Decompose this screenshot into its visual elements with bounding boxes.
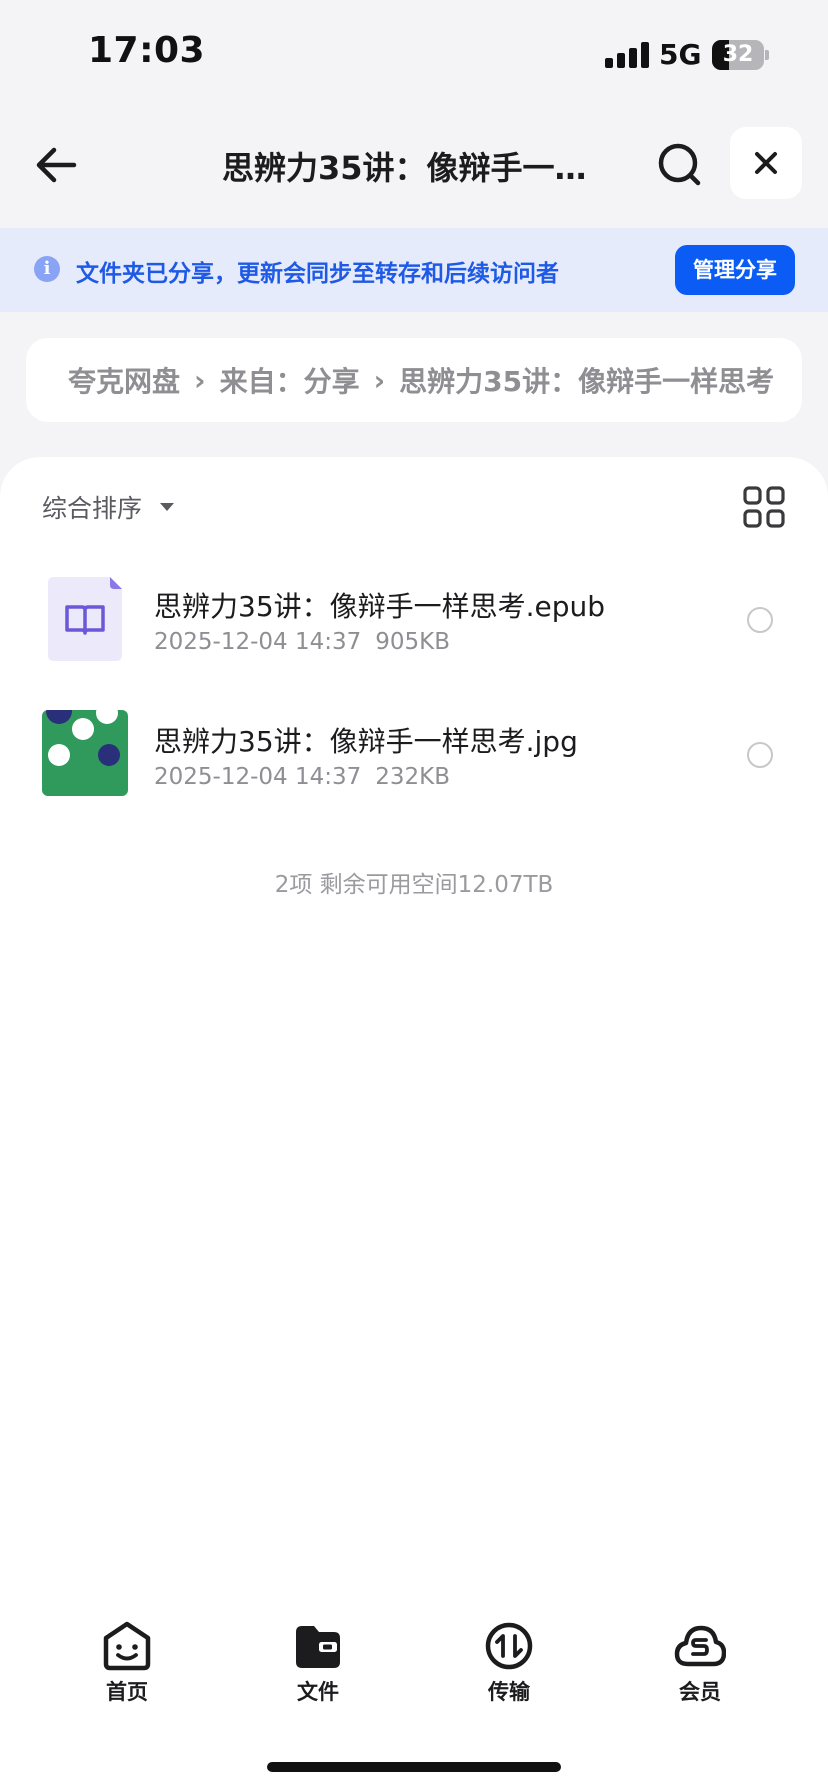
- share-banner: i 文件夹已分享，更新会同步至转存和后续访问者 管理分享: [0, 228, 828, 312]
- sort-label: 综合排序: [42, 494, 143, 523]
- select-checkbox[interactable]: [747, 742, 773, 768]
- file-list-panel: 综合排序 思辨力35讲：像辩手一样思考.epub 2025-12-04 14:3…: [0, 457, 828, 1792]
- file-meta: 2025-12-04 14:37 232KB: [154, 764, 450, 790]
- file-date: 2025-12-04 14:37: [154, 764, 362, 790]
- battery-percent: 32: [722, 42, 754, 67]
- battery-icon: 32: [712, 40, 769, 70]
- status-bar: 17:03 5G 32: [0, 0, 828, 110]
- tab-label: 首页: [106, 1680, 148, 1704]
- signal-strength-icon: [605, 42, 649, 68]
- chevron-right-icon: ›: [373, 363, 386, 397]
- file-date: 2025-12-04 14:37: [154, 629, 362, 655]
- page-title: 思辨力35讲：像辩手一样思考: [222, 149, 612, 187]
- file-name: 思辨力35讲：像辩手一样思考.epub: [154, 590, 606, 623]
- manage-share-button[interactable]: 管理分享: [675, 245, 795, 295]
- file-size: 905KB: [375, 629, 451, 655]
- grid-view-icon: [743, 486, 785, 528]
- grid-view-button[interactable]: [742, 485, 786, 529]
- tab-bar: 首页 文件 传输 会员: [0, 1610, 828, 1720]
- breadcrumb-item-share[interactable]: 来自：分享: [220, 360, 360, 400]
- tab-label: 会员: [679, 1680, 721, 1704]
- file-size: 232KB: [375, 764, 451, 790]
- back-button[interactable]: [30, 137, 86, 193]
- home-indicator: [267, 1762, 561, 1772]
- caret-down-icon: [160, 503, 175, 511]
- file-meta: 2025-12-04 14:37 905KB: [154, 629, 450, 655]
- tab-home[interactable]: 首页: [67, 1610, 187, 1710]
- file-name: 思辨力35讲：像辩手一样思考.jpg: [154, 725, 578, 758]
- folder-icon: [296, 1626, 340, 1668]
- close-button[interactable]: [730, 127, 802, 199]
- tab-files[interactable]: 文件: [258, 1610, 378, 1710]
- chevron-right-icon: ›: [194, 363, 206, 397]
- image-thumbnail: [42, 710, 128, 796]
- file-row[interactable]: 思辨力35讲：像辩手一样思考.epub 2025-12-04 14:37 905K…: [0, 577, 828, 697]
- select-checkbox[interactable]: [747, 607, 773, 633]
- status-time: 17:03: [88, 30, 206, 71]
- breadcrumb: 夸克网盘 › 来自：分享 › 思辨力35讲：像辩手一样思考: [26, 338, 802, 422]
- network-type: 5G: [659, 38, 702, 71]
- nav-bar: 思辨力35讲：像辩手一样思考: [0, 115, 828, 215]
- close-icon: [755, 152, 777, 174]
- storage-summary: 2项 剩余可用空间12.07TB: [274, 872, 554, 898]
- breadcrumb-item-current: 思辨力35讲：像辩手一样思考: [399, 365, 775, 398]
- epub-book-icon: [48, 577, 122, 661]
- tab-transfer[interactable]: 传输: [449, 1610, 569, 1710]
- tab-label: 文件: [297, 1680, 339, 1704]
- sort-dropdown[interactable]: 综合排序: [42, 489, 175, 525]
- transfer-icon: [485, 1622, 533, 1670]
- info-icon: i: [34, 256, 60, 282]
- search-button[interactable]: [652, 137, 708, 193]
- member-cloud-icon: [674, 1625, 726, 1667]
- file-row[interactable]: 思辨力35讲：像辩手一样思考.jpg 2025-12-04 14:37 232KB: [0, 710, 828, 832]
- breadcrumb-item-root[interactable]: 夸克网盘: [68, 360, 180, 400]
- share-banner-text: 文件夹已分享，更新会同步至转存和后续访问者: [76, 261, 559, 287]
- tab-member[interactable]: 会员: [640, 1610, 760, 1710]
- search-icon: [658, 143, 701, 186]
- arrow-left-icon: [36, 147, 77, 183]
- tab-label: 传输: [488, 1680, 530, 1704]
- home-smile-icon: [103, 1621, 151, 1671]
